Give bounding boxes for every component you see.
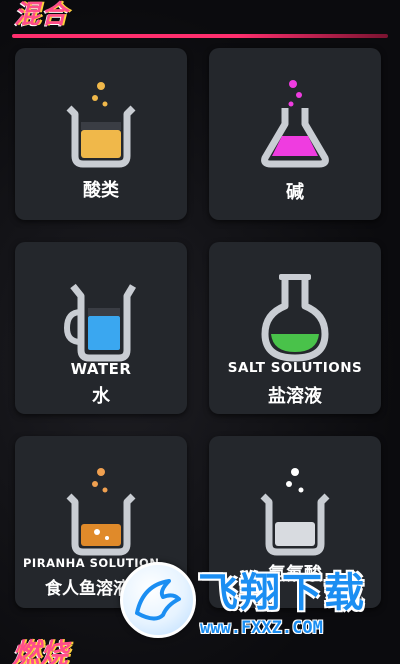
flask-icon bbox=[261, 80, 329, 168]
category-label: 酸类 bbox=[83, 180, 119, 201]
category-label: 碱 bbox=[286, 182, 304, 203]
watermark-logo bbox=[120, 562, 196, 638]
header-divider bbox=[12, 34, 388, 38]
category-card-bases[interactable]: 碱 bbox=[209, 48, 381, 220]
category-label: 水 bbox=[92, 386, 110, 407]
beaker-icon bbox=[66, 468, 136, 556]
watermark: 飞翔下载 www.FXXZ.COM bbox=[120, 558, 390, 644]
round-flask-icon bbox=[261, 274, 329, 362]
page-title: 混合 bbox=[14, 0, 69, 30]
category-label: 盐溶液 bbox=[268, 386, 322, 407]
footer-section-title: 燃烧 bbox=[12, 637, 69, 664]
pitcher-icon bbox=[63, 283, 137, 362]
beaker-icon bbox=[260, 468, 330, 556]
category-label-en: SALT SOLUTIONS bbox=[227, 360, 363, 376]
bird-logo-icon bbox=[135, 579, 181, 621]
category-card-water[interactable]: WATER 水 bbox=[15, 242, 187, 414]
category-label-en: WATER bbox=[70, 360, 132, 378]
watermark-url: www.FXXZ.COM bbox=[200, 618, 323, 638]
beaker-icon bbox=[66, 82, 136, 168]
header: 混合 bbox=[0, 0, 400, 44]
category-card-salt-solutions[interactable]: SALT SOLUTIONS 盐溶液 bbox=[209, 242, 381, 414]
category-card-acids[interactable]: 酸类 bbox=[15, 48, 187, 220]
watermark-text: 飞翔下载 bbox=[198, 570, 366, 616]
